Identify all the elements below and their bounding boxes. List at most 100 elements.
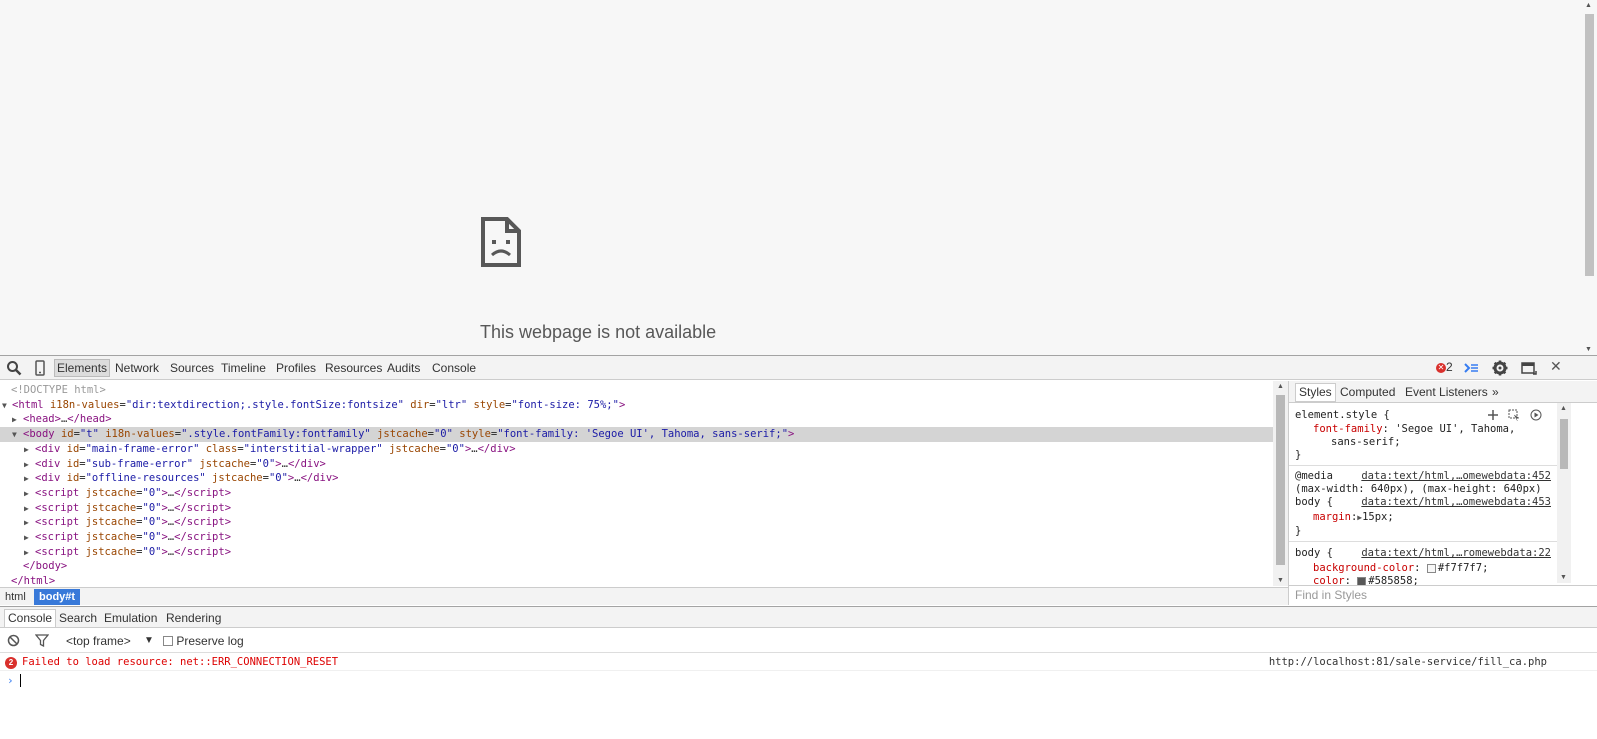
collapse-triangle-icon[interactable]: ▼: [2, 398, 11, 413]
find-in-styles-input[interactable]: [1295, 588, 1555, 602]
elements-scroll-thumb[interactable]: [1276, 395, 1285, 565]
attr-name: i18n-values: [49, 398, 120, 411]
elements-scrollbar[interactable]: ▲ ▼: [1273, 381, 1288, 586]
expand-triangle-icon[interactable]: ▶: [24, 501, 33, 516]
tree-doctype[interactable]: <!DOCTYPE html>: [0, 383, 1273, 398]
breadcrumb-html[interactable]: html: [0, 589, 31, 605]
expand-triangle-icon[interactable]: ▶: [24, 471, 33, 486]
media-source-link[interactable]: data:text/html,…omewebdata:452: [1361, 470, 1551, 482]
error-counter[interactable]: ✕ 2: [1436, 360, 1453, 374]
tree-child-script[interactable]: ▶ <script jstcache="0">…</script>: [0, 530, 1273, 545]
page-scrollbar[interactable]: ▲ ▼: [1582, 0, 1597, 355]
tree-child-script[interactable]: ▶ <script jstcache="0">…</script>: [0, 515, 1273, 530]
styles-scroll-thumb[interactable]: [1560, 419, 1568, 469]
scroll-up-arrow-icon[interactable]: ▲: [1560, 405, 1567, 412]
elements-tree[interactable]: <!DOCTYPE html> ▼ <html i18n-values="dir:t…: [0, 381, 1273, 586]
drawer-tab-emulation[interactable]: Emulation: [104, 610, 157, 626]
dock-side-icon[interactable]: [1521, 360, 1537, 376]
scroll-down-arrow-icon[interactable]: ▼: [1585, 346, 1592, 353]
doctype-text: <!DOCTYPE html>: [11, 384, 106, 396]
tree-body-close[interactable]: </body>: [0, 559, 1273, 574]
expand-triangle-icon[interactable]: ▶: [24, 530, 33, 545]
magnifier-icon[interactable]: [6, 360, 22, 376]
styles-scrollbar[interactable]: ▲ ▼: [1557, 403, 1571, 583]
drawer-tab-console[interactable]: Console: [4, 609, 57, 628]
expand-triangle-icon[interactable]: ▶: [24, 442, 33, 457]
tab-event-listeners[interactable]: Event Listeners: [1405, 384, 1488, 400]
console-drawer-icon[interactable]: [1463, 360, 1479, 376]
tab-audits[interactable]: Audits: [387, 360, 420, 376]
checkbox-box[interactable]: [163, 636, 173, 646]
expand-triangle-icon[interactable]: ▶: [24, 545, 33, 560]
animation-play-icon[interactable]: [1530, 409, 1542, 421]
gear-icon[interactable]: [1492, 360, 1508, 376]
tab-profiles[interactable]: Profiles: [276, 360, 316, 376]
scroll-down-arrow-icon[interactable]: ▼: [1277, 577, 1284, 584]
margin-declaration[interactable]: margin:▶15px;: [1313, 511, 1577, 524]
expand-triangle-icon[interactable]: ▶: [24, 457, 33, 472]
drawer-tab-search[interactable]: Search: [59, 610, 97, 626]
tab-network[interactable]: Network: [115, 360, 159, 376]
scroll-up-arrow-icon[interactable]: ▲: [1277, 383, 1284, 390]
tree-child-script[interactable]: ▶ <script jstcache="0">…</script>: [0, 501, 1273, 516]
filter-icon[interactable]: [35, 634, 49, 647]
expand-triangle-icon[interactable]: ▶: [24, 486, 33, 501]
tree-head[interactable]: ▶ <head>…</head>: [0, 412, 1273, 427]
tag-close: </html>: [11, 575, 56, 586]
tab-sources[interactable]: Sources: [170, 360, 214, 376]
collapse-triangle-icon[interactable]: ▼: [12, 427, 21, 442]
expand-triangle-icon[interactable]: ▶: [24, 515, 33, 530]
element-style-close: }: [1295, 449, 1302, 461]
tab-timeline[interactable]: Timeline: [221, 360, 266, 376]
tree-child-div[interactable]: ▶ <div id="offline-resources" jstcache="0…: [0, 471, 1273, 486]
body-rule-source-link[interactable]: data:text/html,…romewebdata:22: [1361, 547, 1551, 559]
tree-body-open[interactable]: ▼ <body id="t" i18n-values=".style.fontFa…: [0, 427, 1273, 443]
attr-value: "0": [142, 501, 162, 514]
tree-line-content: <!DOCTYPE html>: [11, 383, 106, 398]
drawer-tab-rendering[interactable]: Rendering: [166, 610, 221, 626]
tree-line-content: <script jstcache="0">…</script>: [35, 530, 231, 545]
attr-value: "t": [79, 428, 99, 441]
media-body-source-link[interactable]: data:text/html,…omewebdata:453: [1361, 496, 1551, 508]
attr-value: "offline-resources": [85, 472, 206, 485]
console-error-row[interactable]: 2 Failed to load resource: net::ERR_CONN…: [0, 654, 1597, 671]
element-style-declaration[interactable]: font-family: 'Segoe UI', Tahoma,: [1313, 423, 1577, 436]
expand-triangle-icon[interactable]: ▶: [12, 412, 21, 427]
tag-bracket: >: [788, 428, 795, 441]
tree-child-script[interactable]: ▶ <script jstcache="0">…</script>: [0, 545, 1273, 560]
scroll-down-arrow-icon[interactable]: ▼: [1560, 574, 1567, 581]
error-source-link[interactable]: http://localhost:81/sale-service/fill_ca…: [1269, 654, 1547, 671]
breadcrumb-body[interactable]: body#t: [34, 589, 81, 605]
element-state-icon[interactable]: [1508, 409, 1520, 421]
tree-line-content: </body>: [23, 559, 67, 574]
background-color-declaration[interactable]: background-color: #f7f7f7;: [1313, 562, 1577, 575]
tree-child-script[interactable]: ▶ <script jstcache="0">…</script>: [0, 486, 1273, 501]
attr-name: id: [60, 428, 74, 441]
close-icon[interactable]: ✕: [1550, 358, 1562, 375]
tree-html-open[interactable]: ▼ <html i18n-values="dir:textdirection;.s…: [0, 398, 1273, 413]
more-tabs-icon[interactable]: »: [1492, 384, 1499, 400]
clear-console-icon[interactable]: [7, 634, 20, 647]
tab-computed[interactable]: Computed: [1340, 384, 1395, 400]
page-scroll-thumb[interactable]: [1585, 14, 1594, 276]
tab-resources[interactable]: Resources: [325, 360, 382, 376]
console-prompt-row[interactable]: ›: [0, 672, 1597, 689]
tab-elements[interactable]: Elements: [54, 359, 111, 377]
chevron-down-icon[interactable]: ▼: [144, 635, 154, 646]
preserve-log-checkbox[interactable]: Preserve log: [163, 634, 244, 648]
tag-close: </script>: [174, 501, 232, 514]
attr-name: jstcache: [377, 428, 428, 441]
prop-background-color-value: #f7f7f7;: [1437, 562, 1489, 574]
add-rule-icon[interactable]: [1487, 409, 1499, 421]
tab-styles[interactable]: Styles: [1295, 383, 1336, 402]
scroll-up-arrow-icon[interactable]: ▲: [1585, 2, 1592, 9]
tree-child-div[interactable]: ▶ <div id="main-frame-error" class="inter…: [0, 442, 1273, 457]
color-swatch[interactable]: [1426, 563, 1436, 573]
mobile-device-icon[interactable]: [32, 360, 48, 376]
tab-console[interactable]: Console: [432, 360, 476, 376]
tag-name: <div: [35, 442, 61, 455]
tree-child-div[interactable]: ▶ <div id="sub-frame-error" jstcache="0">…: [0, 457, 1273, 472]
tag-name: <script: [35, 516, 80, 529]
frame-select[interactable]: <top frame>: [66, 634, 131, 648]
tree-html-close[interactable]: </html>: [0, 574, 1273, 586]
